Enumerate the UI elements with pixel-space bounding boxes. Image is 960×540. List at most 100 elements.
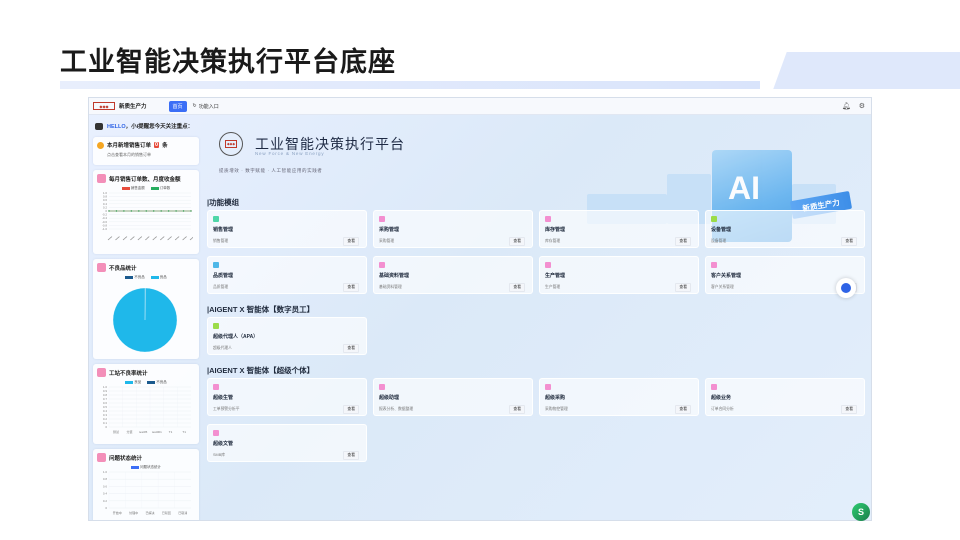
robot-icon — [95, 122, 103, 130]
x-tick-label: ▬▬ — [167, 235, 173, 241]
module-icon — [545, 384, 551, 390]
module-desc: 生产管理 — [545, 285, 561, 289]
defect-card-title: 不良品统计 — [97, 263, 195, 272]
module-card[interactable]: 超级代理人（APA） 超级代理人 查看 — [207, 317, 367, 355]
module-name: 超级代理人（APA） — [213, 334, 259, 340]
x-tick-label: ▬▬ — [114, 235, 120, 241]
x-tick-label: test05 — [139, 430, 148, 434]
corner-logo: S — [852, 503, 870, 521]
module-card[interactable]: 基础资料管理 基础资料管理 查看 — [373, 256, 533, 294]
module-icon — [711, 262, 717, 268]
tab-function-entry[interactable]: ↻ 功能入口 — [193, 103, 219, 110]
view-button[interactable]: 查看 — [509, 283, 525, 292]
brand-logo[interactable]: ◆◆◆ — [93, 102, 115, 110]
data-point — [130, 210, 133, 212]
title-decoration — [773, 52, 960, 89]
x-tick-label: 已驳回 — [162, 510, 171, 515]
x-tick-label: 处理中 — [129, 510, 138, 515]
station-card-title-text: 工站不良率统计 — [109, 370, 148, 377]
title-underline — [60, 81, 760, 89]
brand-name: 新质生产力 — [119, 104, 147, 110]
monthly-card-title: 每月销售订单数、月度收金额 — [97, 174, 195, 183]
gear-icon[interactable]: ⚙ — [859, 102, 865, 110]
x-tick-label: ▬▬ — [144, 235, 150, 241]
defect-card-title-text: 不良品统计 — [109, 265, 137, 272]
view-button[interactable]: 查看 — [343, 237, 359, 246]
module-card[interactable]: 采购管理 采购管理 查看 — [373, 210, 533, 248]
module-icon — [213, 384, 219, 390]
module-card[interactable]: 库存管理 库存管理 查看 — [539, 210, 699, 248]
pie-slice — [112, 287, 178, 353]
greeting: HELLO，小i提醒您今天关注重点： — [93, 120, 199, 132]
orders-card[interactable]: 本月新增销售订单 0 条 点击查看本月的销售订单 — [93, 137, 199, 165]
data-point — [123, 210, 125, 212]
module-icon — [379, 216, 385, 222]
view-button[interactable]: 查看 — [343, 344, 359, 353]
module-name: 超级助理 — [379, 395, 400, 401]
module-name: 库存管理 — [545, 227, 566, 233]
y-tick-label: 0 — [105, 506, 107, 510]
view-button[interactable]: 查看 — [841, 237, 857, 246]
section-modules-title: |功能模组 — [207, 198, 240, 207]
view-button[interactable]: 查看 — [675, 405, 691, 414]
data-point — [160, 210, 162, 212]
tab-home[interactable]: 首页 — [168, 100, 187, 112]
top-navbar: ◆◆◆ 新质生产力 首页 ↻ 功能入口 🔔︎ ⚙ — [89, 98, 871, 115]
module-card[interactable]: 超级采购 采购物控管理 查看 — [539, 378, 699, 416]
station-card-title: 工站不良率统计 — [97, 368, 195, 377]
view-button[interactable]: 查看 — [343, 451, 359, 460]
module-name: 超级采购 — [545, 395, 566, 401]
view-button[interactable]: 查看 — [675, 237, 691, 246]
module-desc: 基础资料管理 — [379, 285, 402, 289]
x-tick-label: ▬▬ — [189, 235, 193, 241]
data-point — [167, 210, 170, 212]
view-button[interactable]: 查看 — [343, 405, 359, 414]
bell-icon[interactable]: 🔔︎ — [842, 102, 851, 110]
x-tick-label: T1 — [169, 430, 173, 434]
monthly-card-title-text: 每月销售订单数、月度收金额 — [109, 176, 181, 183]
module-icon — [711, 384, 717, 390]
module-card[interactable]: 设备管理 设备管理 查看 — [705, 210, 865, 248]
chat-button[interactable] — [836, 278, 856, 298]
module-card[interactable]: 销售管理 销售管理 查看 — [207, 210, 367, 248]
x-tick-label: 分装 — [126, 429, 132, 434]
coin-icon — [97, 141, 104, 149]
module-desc: 设备管理 — [711, 239, 727, 243]
module-card[interactable]: 品质管理 品质管理 查看 — [207, 256, 367, 294]
module-card[interactable]: 超级生管 工单预警分析平 查看 — [207, 378, 367, 416]
module-name: 销售管理 — [213, 227, 234, 233]
y-tick-label: 0 — [105, 425, 107, 429]
orders-card-title: 本月新增销售订单 0 条 — [97, 141, 195, 149]
view-button[interactable]: 查看 — [509, 237, 525, 246]
module-card[interactable]: 超级文管 SMB库 查看 — [207, 424, 367, 462]
module-card[interactable]: 超级业务 订单合同分析 查看 — [705, 378, 865, 416]
orders-title-suffix: 条 — [162, 143, 168, 149]
chat-icon — [841, 283, 851, 293]
data-point — [115, 210, 118, 212]
view-button[interactable]: 查看 — [343, 283, 359, 292]
app-screenshot: ◆◆◆ 新质生产力 首页 ↻ 功能入口 🔔︎ ⚙ HELLO，小i提醒您今天关注… — [88, 97, 872, 521]
view-button[interactable]: 查看 — [675, 283, 691, 292]
module-name: 生产管理 — [545, 273, 566, 279]
y-tick-label: 0.8 — [103, 477, 108, 481]
hero-subtitle: New Force & New Energy — [255, 151, 325, 156]
x-tick-label: T1 — [182, 430, 186, 434]
data-point — [145, 210, 147, 212]
module-icon — [213, 262, 219, 268]
slide: 工业智能决策执行平台底座 ◆◆◆ 新质生产力 首页 ↻ 功能入口 🔔︎ ⚙ HE… — [0, 0, 960, 540]
chart-icon — [97, 174, 106, 183]
module-card[interactable]: 生产管理 生产管理 查看 — [539, 256, 699, 294]
module-name: 超级业务 — [711, 395, 732, 401]
module-card[interactable]: 超级助理 报表分析、数据整理 查看 — [373, 378, 533, 416]
y-tick-label: 0.6 — [103, 484, 108, 488]
view-button[interactable]: 查看 — [841, 405, 857, 414]
x-tick-label: 测试 — [113, 429, 119, 434]
y-tick-label: 0.2 — [103, 499, 108, 503]
section-digital-title: |AIGENT X 智能体【数字员工】 — [207, 305, 315, 314]
x-tick-label: 开始中 — [113, 510, 122, 515]
view-button[interactable]: 查看 — [509, 405, 525, 414]
module-name: 设备管理 — [711, 227, 732, 233]
x-tick-label: ▬▬ — [137, 235, 143, 241]
sidebar: HELLO，小i提醒您今天关注重点： 本月新增销售订单 0 条 点击查看本月的销售订… — [93, 120, 199, 520]
section-super-title: |AIGENT X 智能体【超级个体】 — [207, 366, 315, 375]
